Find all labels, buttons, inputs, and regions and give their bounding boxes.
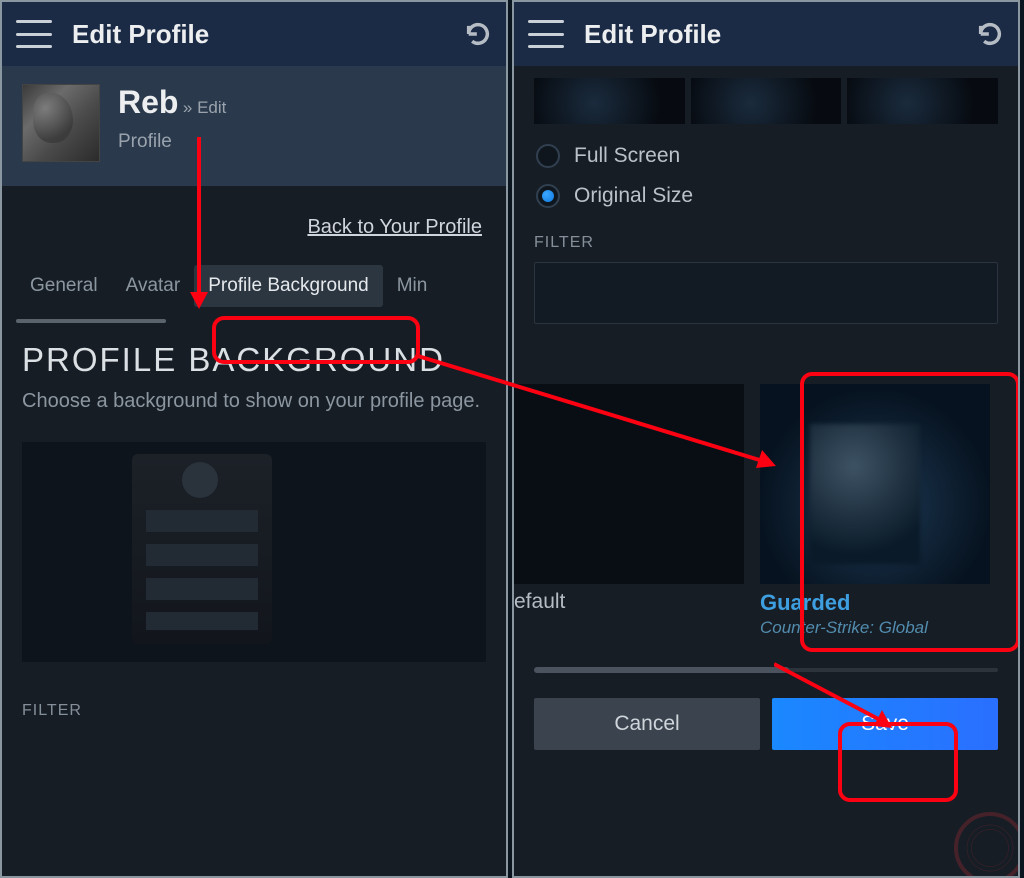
watermark-icon	[954, 812, 1020, 878]
radio-icon	[536, 144, 560, 168]
background-preview[interactable]	[22, 442, 486, 662]
section-title: PROFILE BACKGROUND	[2, 323, 506, 383]
card-title: Guarded	[760, 590, 990, 616]
header: Edit Profile	[514, 2, 1018, 66]
scrollbar-thumb[interactable]	[534, 667, 789, 673]
username: Reb	[118, 84, 178, 120]
radio-label: Full Screen	[574, 144, 680, 168]
radio-icon	[536, 184, 560, 208]
breadcrumb: » Edit	[183, 98, 226, 117]
thumbnail[interactable]	[847, 78, 998, 124]
card-label: efault	[514, 590, 744, 614]
thumbnail[interactable]	[534, 78, 685, 124]
save-button[interactable]: Save	[772, 698, 998, 750]
page-title: Edit Profile	[72, 19, 464, 50]
tab-avatar[interactable]: Avatar	[112, 265, 195, 307]
filter-label: FILTER	[514, 216, 1018, 252]
page-title: Edit Profile	[584, 19, 976, 50]
filter-label: FILTER	[2, 662, 506, 720]
backlink-row: Back to Your Profile	[2, 186, 506, 257]
breadcrumb-line2: Profile	[118, 131, 226, 153]
back-to-profile-link[interactable]: Back to Your Profile	[307, 216, 482, 238]
thumbnail-row	[534, 78, 998, 124]
refresh-icon[interactable]	[464, 20, 492, 48]
thumbnail[interactable]	[691, 78, 842, 124]
tab-profile-background[interactable]: Profile Background	[194, 265, 383, 307]
refresh-icon[interactable]	[976, 20, 1004, 48]
radio-original-size[interactable]: Original Size	[514, 176, 1018, 216]
tab-min[interactable]: Min	[383, 265, 442, 307]
menu-icon[interactable]	[528, 20, 564, 48]
background-card-default[interactable]: efault	[514, 384, 744, 638]
profile-header: Reb » Edit Profile	[2, 66, 506, 186]
preview-mock-icon	[132, 454, 272, 644]
radio-full-screen[interactable]: Full Screen	[514, 136, 1018, 176]
avatar[interactable]	[22, 84, 100, 162]
tab-general[interactable]: General	[16, 265, 112, 307]
background-card-guarded[interactable]: Guarded Counter-Strike: Global	[760, 384, 990, 638]
menu-icon[interactable]	[16, 20, 52, 48]
card-subtitle: Counter-Strike: Global	[760, 618, 990, 638]
header: Edit Profile	[2, 2, 506, 66]
cancel-button[interactable]: Cancel	[534, 698, 760, 750]
filter-input[interactable]	[534, 262, 998, 324]
section-description: Choose a background to show on your prof…	[2, 383, 506, 438]
tabs: General Avatar Profile Background Min	[2, 257, 506, 307]
button-row: Cancel Save	[534, 698, 998, 750]
radio-label: Original Size	[574, 184, 693, 208]
horizontal-scrollbar[interactable]	[534, 668, 998, 672]
background-options: efault Guarded Counter-Strike: Global	[514, 384, 1018, 638]
